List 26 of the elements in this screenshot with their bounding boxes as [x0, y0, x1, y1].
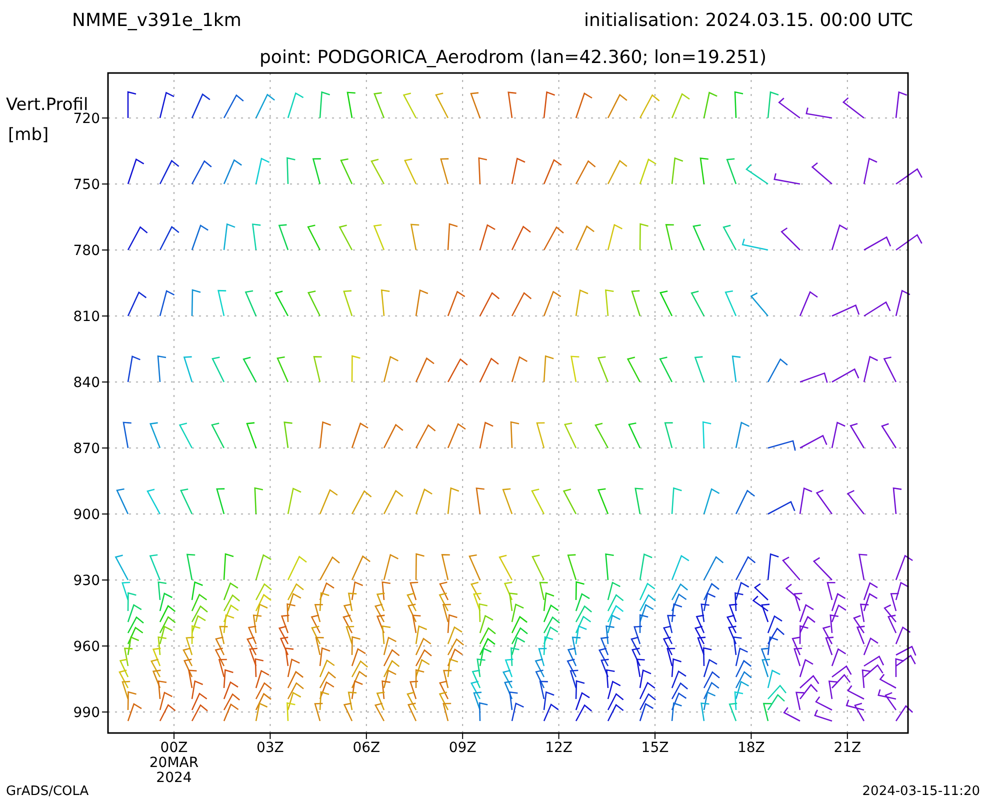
y-tick-label: 990 — [73, 705, 100, 721]
x-tick-label: 15Z — [641, 740, 669, 756]
x-tick-date: 20MAR — [149, 755, 199, 771]
y-axis-unit: [mb] — [8, 125, 49, 145]
y-tick-label: 870 — [73, 441, 100, 457]
initialisation-time: initialisation: 2024.03.15. 00:00 UTC — [584, 10, 913, 31]
y-tick-label: 780 — [73, 243, 100, 259]
x-tick-label: 09Z — [448, 740, 476, 756]
y-tick-label: 720 — [73, 111, 100, 127]
y-tick-label: 960 — [73, 639, 100, 655]
x-tick-label: 00Z — [160, 740, 188, 756]
y-tick-label: 900 — [73, 507, 100, 523]
plot-timestamp: 2024-03-15-11:20 — [862, 784, 980, 799]
y-tick-label: 840 — [73, 375, 100, 391]
software-credit: GrADS/COLA — [6, 784, 89, 799]
x-tick-label: 06Z — [352, 740, 380, 756]
model-title: NMME_v391e_1km — [72, 10, 242, 31]
point-title: point: PODGORICA_Aerodrom (lan=42.360; lon=19.251) — [260, 47, 766, 68]
y-tick-label: 750 — [73, 177, 100, 193]
x-tick-label: 12Z — [545, 740, 572, 756]
y-tick-label: 930 — [73, 573, 100, 589]
x-tick-label: 18Z — [738, 740, 765, 756]
y-tick-label: 810 — [73, 309, 100, 325]
x-tick-date: 2024 — [156, 770, 192, 786]
x-tick-label: 03Z — [256, 740, 284, 756]
x-tick-label: 21Z — [834, 740, 862, 756]
